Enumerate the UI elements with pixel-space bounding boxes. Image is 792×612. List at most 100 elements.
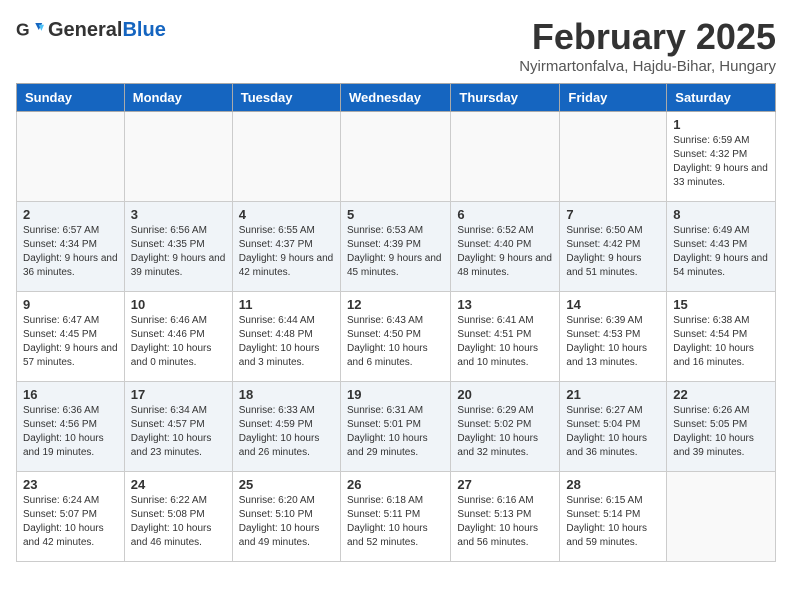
table-row [17, 112, 125, 202]
day-number: 8 [673, 207, 769, 222]
table-row: 11Sunrise: 6:44 AMSunset: 4:48 PMDayligh… [232, 292, 340, 382]
day-info: Sunrise: 6:22 AMSunset: 5:08 PMDaylight:… [131, 494, 226, 550]
table-row: 7Sunrise: 6:50 AMSunset: 4:42 PMDaylight… [560, 202, 667, 292]
day-info: Sunrise: 6:49 AMSunset: 4:43 PMDaylight:… [673, 224, 769, 280]
table-row: 16Sunrise: 6:36 AMSunset: 4:56 PMDayligh… [17, 382, 125, 472]
day-info: Sunrise: 6:20 AMSunset: 5:10 PMDaylight:… [239, 494, 334, 550]
col-wednesday: Wednesday [340, 84, 450, 112]
day-info: Sunrise: 6:15 AMSunset: 5:14 PMDaylight:… [566, 494, 660, 550]
table-row: 3 Sunrise: 6:56 AMSunset: 4:35 PMDaylight… [124, 202, 232, 292]
day-number: 19 [347, 387, 444, 402]
month-title: February 2025 [519, 16, 776, 58]
day-info: Sunrise: 6:39 AMSunset: 4:53 PMDaylight:… [566, 314, 660, 370]
table-row: 10Sunrise: 6:46 AMSunset: 4:46 PMDayligh… [124, 292, 232, 382]
header: G GeneralBlue February 2025 Nyirmartonfa… [16, 16, 776, 75]
table-row: 6 Sunrise: 6:52 AMSunset: 4:40 PMDaylight… [451, 202, 560, 292]
logo-general: General [48, 19, 122, 41]
day-info: Sunrise: 6:55 AMSunset: 4:37 PMDaylight:… [239, 224, 334, 280]
day-info: Sunrise: 6:31 AMSunset: 5:01 PMDaylight:… [347, 404, 444, 460]
day-number: 23 [23, 477, 118, 492]
title-section: February 2025 Nyirmartonfalva, Hajdu-Bih… [519, 16, 776, 75]
logo-icon: G [16, 16, 44, 44]
table-row [667, 472, 776, 562]
calendar-table: Sunday Monday Tuesday Wednesday Thursday… [16, 83, 776, 562]
day-info: Sunrise: 6:53 AMSunset: 4:39 PMDaylight:… [347, 224, 444, 280]
day-number: 1 [673, 117, 769, 132]
day-info: Sunrise: 6:29 AMSunset: 5:02 PMDaylight:… [457, 404, 553, 460]
day-number: 14 [566, 297, 660, 312]
table-row: 27Sunrise: 6:16 AMSunset: 5:13 PMDayligh… [451, 472, 560, 562]
day-number: 12 [347, 297, 444, 312]
day-number: 17 [131, 387, 226, 402]
table-row [560, 112, 667, 202]
table-row: 20 Sunrise: 6:29 AMSunset: 5:02 PMDayligh… [451, 382, 560, 472]
table-row: 9 Sunrise: 6:47 AMSunset: 4:45 PMDaylight… [17, 292, 125, 382]
calendar-week-row: 2 Sunrise: 6:57 AMSunset: 4:34 PMDaylight… [17, 202, 776, 292]
day-info: Sunrise: 6:34 AMSunset: 4:57 PMDaylight:… [131, 404, 226, 460]
day-info: Sunrise: 6:33 AMSunset: 4:59 PMDaylight:… [239, 404, 334, 460]
day-number: 22 [673, 387, 769, 402]
day-number: 27 [457, 477, 553, 492]
table-row: 4 Sunrise: 6:55 AMSunset: 4:37 PMDaylight… [232, 202, 340, 292]
table-row: 2 Sunrise: 6:57 AMSunset: 4:34 PMDaylight… [17, 202, 125, 292]
col-saturday: Saturday [667, 84, 776, 112]
table-row [340, 112, 450, 202]
day-number: 9 [23, 297, 118, 312]
day-info: Sunrise: 6:57 AMSunset: 4:34 PMDaylight:… [23, 224, 118, 280]
header-row: Sunday Monday Tuesday Wednesday Thursday… [17, 84, 776, 112]
table-row: 24 Sunrise: 6:22 AMSunset: 5:08 PMDayligh… [124, 472, 232, 562]
day-number: 25 [239, 477, 334, 492]
table-row: 12 Sunrise: 6:43 AMSunset: 4:50 PMDayligh… [340, 292, 450, 382]
table-row: 14 Sunrise: 6:39 AMSunset: 4:53 PMDayligh… [560, 292, 667, 382]
table-row [232, 112, 340, 202]
day-number: 4 [239, 207, 334, 222]
day-number: 2 [23, 207, 118, 222]
day-number: 20 [457, 387, 553, 402]
page: G GeneralBlue February 2025 Nyirmartonfa… [0, 0, 792, 578]
table-row: 28 Sunrise: 6:15 AMSunset: 5:14 PMDayligh… [560, 472, 667, 562]
day-number: 10 [131, 297, 226, 312]
svg-text:G: G [16, 19, 30, 39]
day-number: 28 [566, 477, 660, 492]
calendar-week-row: 16Sunrise: 6:36 AMSunset: 4:56 PMDayligh… [17, 382, 776, 472]
location: Nyirmartonfalva, Hajdu-Bihar, Hungary [519, 58, 776, 75]
day-info: Sunrise: 6:43 AMSunset: 4:50 PMDaylight:… [347, 314, 444, 370]
table-row: 25 Sunrise: 6:20 AMSunset: 5:10 PMDayligh… [232, 472, 340, 562]
logo: G GeneralBlue [16, 16, 166, 44]
col-sunday: Sunday [17, 84, 125, 112]
col-friday: Friday [560, 84, 667, 112]
logo-blue: Blue [122, 19, 165, 41]
day-info: Sunrise: 6:24 AMSunset: 5:07 PMDaylight:… [23, 494, 118, 550]
day-number: 13 [457, 297, 553, 312]
table-row: 23 Sunrise: 6:24 AMSunset: 5:07 PMDayligh… [17, 472, 125, 562]
table-row: 8 Sunrise: 6:49 AMSunset: 4:43 PMDaylight… [667, 202, 776, 292]
day-info: Sunrise: 6:52 AMSunset: 4:40 PMDaylight:… [457, 224, 553, 280]
table-row: 17 Sunrise: 6:34 AMSunset: 4:57 PMDayligh… [124, 382, 232, 472]
day-info: Sunrise: 6:26 AMSunset: 5:05 PMDaylight:… [673, 404, 769, 460]
day-number: 18 [239, 387, 334, 402]
col-tuesday: Tuesday [232, 84, 340, 112]
calendar-week-row: 9 Sunrise: 6:47 AMSunset: 4:45 PMDaylight… [17, 292, 776, 382]
day-number: 3 [131, 207, 226, 222]
day-number: 5 [347, 207, 444, 222]
day-info: Sunrise: 6:47 AMSunset: 4:45 PMDaylight:… [23, 314, 118, 370]
day-number: 24 [131, 477, 226, 492]
table-row: 18 Sunrise: 6:33 AMSunset: 4:59 PMDayligh… [232, 382, 340, 472]
day-info: Sunrise: 6:38 AMSunset: 4:54 PMDaylight:… [673, 314, 769, 370]
day-info: Sunrise: 6:36 AMSunset: 4:56 PMDaylight:… [23, 404, 118, 460]
col-monday: Monday [124, 84, 232, 112]
table-row: 13Sunrise: 6:41 AMSunset: 4:51 PMDayligh… [451, 292, 560, 382]
day-number: 6 [457, 207, 553, 222]
table-row: 1 Sunrise: 6:59 AMSunset: 4:32 PMDaylight… [667, 112, 776, 202]
table-row: 22 Sunrise: 6:26 AMSunset: 5:05 PMDayligh… [667, 382, 776, 472]
table-row: 19 Sunrise: 6:31 AMSunset: 5:01 PMDayligh… [340, 382, 450, 472]
col-thursday: Thursday [451, 84, 560, 112]
day-info: Sunrise: 6:27 AMSunset: 5:04 PMDaylight:… [566, 404, 660, 460]
day-info: Sunrise: 6:56 AMSunset: 4:35 PMDaylight:… [131, 224, 226, 280]
day-number: 26 [347, 477, 444, 492]
day-number: 15 [673, 297, 769, 312]
table-row [451, 112, 560, 202]
day-info: Sunrise: 6:50 AMSunset: 4:42 PMDaylight:… [566, 224, 660, 280]
day-number: 21 [566, 387, 660, 402]
day-info: Sunrise: 6:59 AMSunset: 4:32 PMDaylight:… [673, 134, 769, 190]
